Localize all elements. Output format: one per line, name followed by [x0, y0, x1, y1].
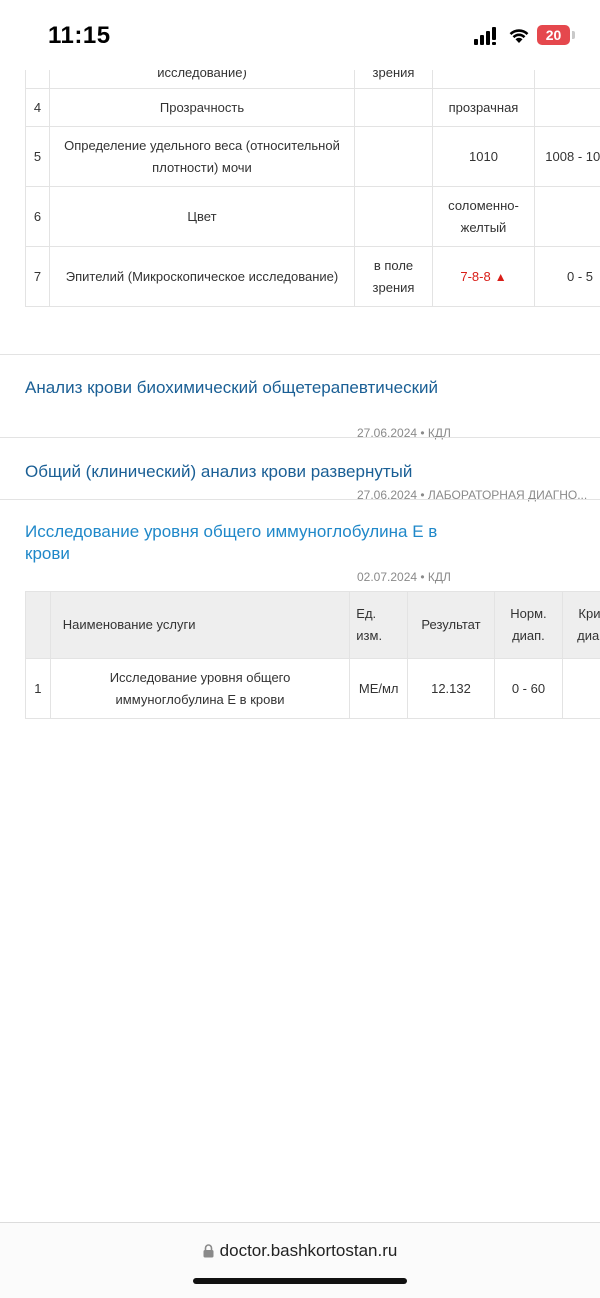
cellular-signal-icon — [474, 27, 500, 45]
critical-range — [563, 659, 600, 719]
service-name: Определение удельного веса (относительно… — [50, 127, 355, 187]
unit — [355, 127, 433, 187]
unit: МЕ/мл — [350, 659, 408, 719]
abnormal-result: 7-8-8 — [460, 269, 490, 284]
entry-title-blood-count[interactable]: Общий (клинический) анализ крови разверн… — [25, 461, 585, 483]
result: соломенно-желтый — [433, 187, 535, 247]
col-header-service: Наименование услуги — [50, 592, 350, 659]
entry-title-ige[interactable]: Исследование уровня общего иммуноглобули… — [25, 521, 455, 565]
unit — [355, 187, 433, 247]
service-name: Прозрачность — [50, 89, 355, 127]
section-divider — [0, 499, 600, 500]
url-text: doctor.bashkortostan.ru — [220, 1241, 398, 1260]
entry-meta: 02.07.2024 • КДЛ — [357, 570, 451, 584]
battery-icon: 20 — [537, 25, 575, 45]
result: прозрачная — [433, 89, 535, 127]
table-row: 1 Исследование уровня общего иммуноглобу… — [26, 659, 600, 719]
home-indicator[interactable] — [193, 1278, 407, 1284]
result: 12.132 — [408, 659, 495, 719]
browser-bottom-bar: doctor.bashkortostan.ru — [0, 1222, 600, 1298]
table-row: 5 Определение удельного веса (относитель… — [26, 127, 600, 187]
norm-range: 0 - 5 — [535, 247, 600, 307]
norm-range: 0 - 60 — [494, 659, 562, 719]
col-header-critical: Крит. диап. — [563, 592, 600, 659]
norm-range: 1008 - 1025 — [535, 127, 600, 187]
norm-range — [535, 187, 600, 247]
result-cell: 7-8-8 ▲ — [433, 247, 535, 307]
table-row: 6 Цвет соломенно-желтый — [26, 187, 600, 247]
battery-level: 20 — [537, 25, 570, 45]
status-bar: 11:15 20 — [0, 0, 600, 70]
entry-title-biochemistry[interactable]: Анализ крови биохимический общетерапевти… — [25, 377, 455, 399]
row-number: 4 — [26, 89, 50, 127]
row-number: 1 — [26, 659, 51, 719]
table-header-row: Наименование услуги Ед. изм. Результат Н… — [26, 592, 600, 659]
result: 1010 — [433, 127, 535, 187]
row-number: 5 — [26, 127, 50, 187]
section-divider — [0, 354, 600, 355]
lock-icon — [203, 1244, 214, 1258]
row-number: 6 — [26, 187, 50, 247]
row-number: 7 — [26, 247, 50, 307]
wifi-icon — [507, 26, 531, 44]
ige-results-table: Наименование услуги Ед. изм. Результат Н… — [25, 591, 600, 719]
urine-analysis-table: исследование) зрения 4 Прозрачность проз… — [25, 30, 600, 307]
above-norm-icon: ▲ — [495, 270, 507, 284]
norm-range — [535, 89, 600, 127]
address-bar[interactable]: doctor.bashkortostan.ru — [0, 1241, 600, 1261]
col-header-unit: Ед. изм. — [350, 592, 408, 659]
col-header-number — [26, 592, 51, 659]
status-time: 11:15 — [48, 22, 111, 50]
unit: в поле зрения — [355, 247, 433, 307]
col-header-result: Результат — [408, 592, 495, 659]
unit — [355, 89, 433, 127]
section-divider — [0, 437, 600, 438]
service-name: Эпителий (Микроскопическое исследование) — [50, 247, 355, 307]
table-row: 4 Прозрачность прозрачная — [26, 89, 600, 127]
service-name: Исследование уровня общего иммуноглобули… — [50, 659, 350, 719]
table-row: 7 Эпителий (Микроскопическое исследовани… — [26, 247, 600, 307]
service-name: Цвет — [50, 187, 355, 247]
col-header-norm: Норм. диап. — [494, 592, 562, 659]
